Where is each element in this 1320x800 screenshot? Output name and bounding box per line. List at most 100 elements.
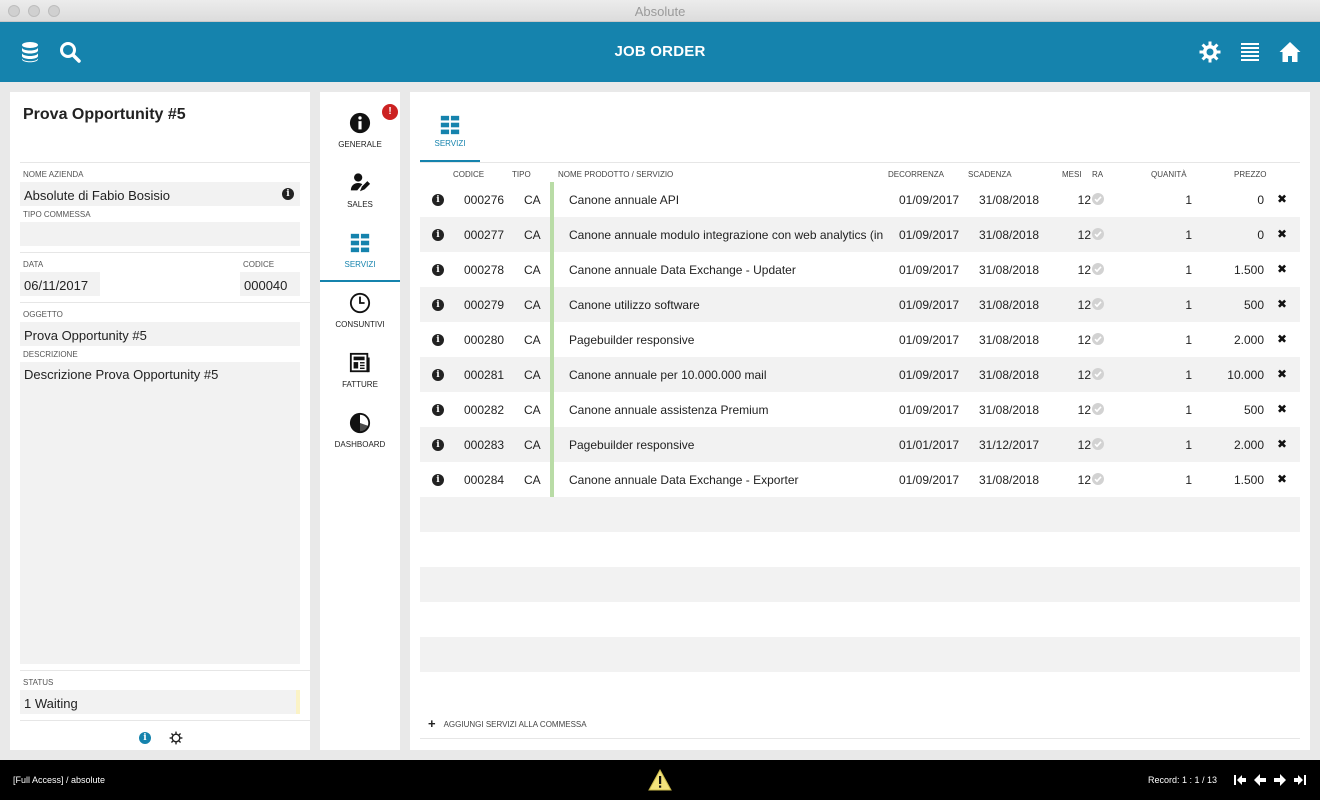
- cell-decorrenza: 01/09/2017: [899, 473, 960, 487]
- tab-label: SERVIZI: [434, 139, 466, 148]
- tipo-commessa-field[interactable]: [20, 222, 300, 246]
- nome-azienda-field[interactable]: Absolute di Fabio Bosisio: [20, 182, 300, 206]
- info-icon[interactable]: i: [282, 188, 294, 200]
- last-record-icon[interactable]: [1293, 773, 1307, 787]
- divider: [20, 720, 310, 721]
- gear-icon[interactable]: [1198, 40, 1222, 64]
- ra-check-icon[interactable]: [1092, 333, 1104, 345]
- record-counter: Record: 1 : 1 / 13: [1148, 775, 1218, 785]
- cell-decorrenza: 01/09/2017: [899, 263, 960, 277]
- cell-prezzo: 10.000: [1227, 368, 1264, 382]
- cell-nome: Canone annuale modulo integrazione con w…: [569, 228, 884, 242]
- col-header-scadenza[interactable]: SCADENZA: [968, 170, 1012, 179]
- settings-tab-icon[interactable]: [169, 731, 183, 745]
- divider: [420, 162, 1300, 163]
- info-icon[interactable]: i: [432, 334, 444, 346]
- cell-quantita: 1: [1185, 298, 1192, 312]
- cell-scadenza: 31/08/2018: [979, 263, 1040, 277]
- add-services-button[interactable]: + AGGIUNGI SERVIZI ALLA COMMESSA: [428, 716, 587, 731]
- col-header-quantita[interactable]: QUANITÀ: [1151, 170, 1187, 179]
- delete-row-icon[interactable]: ✖: [1277, 332, 1287, 346]
- ra-check-icon[interactable]: [1092, 403, 1104, 415]
- first-record-icon[interactable]: [1233, 773, 1247, 787]
- ra-check-icon[interactable]: [1092, 438, 1104, 450]
- col-header-mesi[interactable]: MESI: [1062, 170, 1082, 179]
- empty-row: [420, 637, 1300, 672]
- info-icon[interactable]: i: [432, 264, 444, 276]
- col-header-ra[interactable]: RA: [1092, 170, 1103, 179]
- cell-quantita: 1: [1185, 228, 1192, 242]
- ra-check-icon[interactable]: [1092, 228, 1104, 240]
- nav-label: DASHBOARD: [334, 440, 386, 449]
- info-icon[interactable]: i: [432, 474, 444, 486]
- window-title: Absolute: [634, 4, 686, 19]
- cell-tipo: CA: [524, 228, 541, 242]
- ra-check-icon[interactable]: [1092, 473, 1104, 485]
- clock-icon: [349, 292, 371, 314]
- oggetto-field[interactable]: Prova Opportunity #5: [20, 322, 300, 346]
- nav-sales[interactable]: SALES: [320, 162, 400, 222]
- cell-mesi: 12: [1077, 333, 1091, 347]
- delete-row-icon[interactable]: ✖: [1277, 227, 1287, 241]
- nav-servizi[interactable]: SERVIZI: [320, 222, 400, 282]
- list-icon[interactable]: [1238, 40, 1262, 64]
- info-icon[interactable]: i: [432, 369, 444, 381]
- info-icon[interactable]: i: [432, 439, 444, 451]
- col-header-nome[interactable]: NOME PRODOTTO / SERVIZIO: [558, 170, 673, 179]
- cell-mesi: 12: [1077, 368, 1091, 382]
- cell-tipo: CA: [524, 473, 541, 487]
- ra-check-icon[interactable]: [1092, 263, 1104, 275]
- cell-codice: 000276: [464, 193, 505, 207]
- info-icon[interactable]: i: [432, 229, 444, 241]
- cell-nome: Canone annuale assistenza Premium: [569, 403, 769, 417]
- delete-row-icon[interactable]: ✖: [1277, 367, 1287, 381]
- nav-consuntivi[interactable]: CONSUNTIVI: [320, 282, 400, 342]
- delete-row-icon[interactable]: ✖: [1277, 262, 1287, 276]
- descrizione-textarea[interactable]: Descrizione Prova Opportunity #5: [20, 362, 300, 664]
- col-header-codice[interactable]: CODICE: [453, 170, 484, 179]
- cell-decorrenza: 01/09/2017: [899, 333, 960, 347]
- cell-prezzo: 0: [1257, 193, 1264, 207]
- access-level: [Full Access] / absolute: [13, 775, 106, 785]
- delete-row-icon[interactable]: ✖: [1277, 402, 1287, 416]
- delete-row-icon[interactable]: ✖: [1277, 437, 1287, 451]
- grid-icon: [439, 114, 461, 136]
- user-edit-icon: [349, 172, 371, 194]
- cell-tipo: CA: [524, 368, 541, 382]
- col-header-decorrenza[interactable]: DECORRENZA: [888, 170, 944, 179]
- home-icon[interactable]: [1278, 40, 1302, 64]
- col-header-prezzo[interactable]: PREZZO: [1234, 170, 1266, 179]
- status-label: STATUS: [23, 678, 54, 687]
- tab-servizi[interactable]: SERVIZI: [420, 112, 480, 162]
- alert-badge: !: [382, 104, 398, 120]
- codice-field[interactable]: 000040: [240, 272, 300, 296]
- cell-decorrenza: 01/09/2017: [899, 228, 960, 242]
- delete-row-icon[interactable]: ✖: [1277, 472, 1287, 486]
- col-header-tipo[interactable]: TIPO: [512, 170, 531, 179]
- info-icon[interactable]: i: [432, 194, 444, 206]
- delete-row-icon[interactable]: ✖: [1277, 192, 1287, 206]
- ra-check-icon[interactable]: [1092, 193, 1104, 205]
- delete-row-icon[interactable]: ✖: [1277, 297, 1287, 311]
- cell-nome: Canone annuale API: [569, 193, 680, 207]
- status-field[interactable]: 1 Waiting: [20, 690, 300, 714]
- ra-check-icon[interactable]: [1092, 298, 1104, 310]
- info-tab-icon[interactable]: i: [139, 732, 151, 744]
- cell-quantita: 1: [1185, 333, 1192, 347]
- data-field[interactable]: 06/11/2017: [20, 272, 100, 296]
- info-icon[interactable]: i: [432, 299, 444, 311]
- cell-codice: 000283: [464, 438, 505, 452]
- nav-fatture[interactable]: FATTURE: [320, 342, 400, 402]
- cell-nome: Canone annuale Data Exchange - Exporter: [569, 473, 799, 487]
- cell-prezzo: 500: [1243, 403, 1264, 417]
- data-label: DATA: [23, 260, 44, 269]
- info-icon[interactable]: i: [432, 404, 444, 416]
- ra-check-icon[interactable]: [1092, 368, 1104, 380]
- status-footer: [Full Access] / absolute Record: 1 : 1 /…: [0, 760, 1320, 800]
- previous-record-icon[interactable]: [1253, 773, 1267, 787]
- cell-codice: 000280: [464, 333, 505, 347]
- warning-icon[interactable]: [648, 768, 672, 791]
- divider: [20, 252, 310, 253]
- next-record-icon[interactable]: [1273, 773, 1287, 787]
- nav-dashboard[interactable]: DASHBOARD: [320, 402, 400, 462]
